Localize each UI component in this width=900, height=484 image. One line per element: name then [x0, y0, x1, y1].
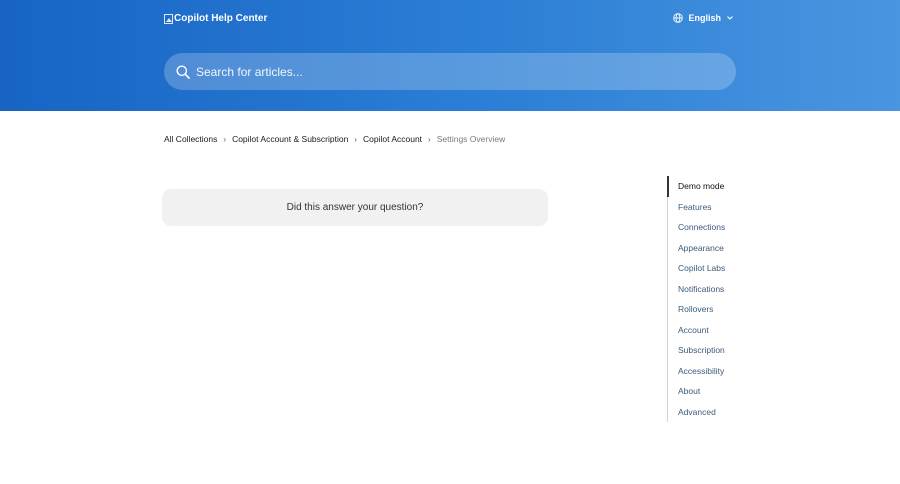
breadcrumb-account-subscription[interactable]: Copilot Account & Subscription [232, 134, 348, 144]
toc-item-subscription[interactable]: Subscription [668, 340, 788, 361]
help-center-logo[interactable]: Copilot Help Center [164, 13, 267, 24]
feedback-question: Did this answer your question? [286, 202, 424, 213]
search-bar[interactable] [164, 53, 736, 90]
toc-item-appearance[interactable]: Appearance [668, 238, 788, 259]
toc-item-advanced[interactable]: Advanced [668, 402, 788, 423]
toc-item-notifications[interactable]: Notifications [668, 279, 788, 300]
feedback-box: Did this answer your question? [162, 189, 548, 226]
chevron-right-icon: › [223, 134, 227, 144]
breadcrumb-all-collections[interactable]: All Collections [164, 134, 217, 144]
toc-item-account[interactable]: Account [668, 320, 788, 341]
table-of-contents: Demo mode Features Connections Appearanc… [667, 176, 788, 422]
chevron-right-icon: › [428, 134, 431, 144]
toc-item-about[interactable]: About [668, 381, 788, 402]
broken-image-icon [164, 13, 173, 24]
breadcrumb: All Collections › Copilot Account & Subs… [164, 134, 505, 144]
breadcrumb-current: Settings Overview [436, 134, 506, 144]
toc-item-demo-mode[interactable]: Demo mode [667, 176, 788, 197]
chevron-down-icon [727, 16, 733, 20]
search-input[interactable] [194, 63, 698, 80]
language-label: English [688, 13, 721, 23]
toc-item-accessibility[interactable]: Accessibility [668, 361, 788, 382]
toc-item-rollovers[interactable]: Rollovers [668, 299, 788, 320]
language-selector[interactable]: English [673, 13, 734, 23]
toc-item-features[interactable]: Features [668, 197, 788, 218]
breadcrumb-copilot-account[interactable]: Copilot Account [363, 134, 422, 144]
toc-item-copilot-labs[interactable]: Copilot Labs [668, 258, 788, 279]
search-icon [176, 65, 190, 79]
globe-icon [673, 13, 684, 23]
logo-text: Copilot Help Center [174, 13, 268, 24]
toc-item-connections[interactable]: Connections [668, 217, 788, 238]
header: Copilot Help Center English [0, 0, 900, 111]
chevron-right-icon: › [354, 134, 357, 144]
